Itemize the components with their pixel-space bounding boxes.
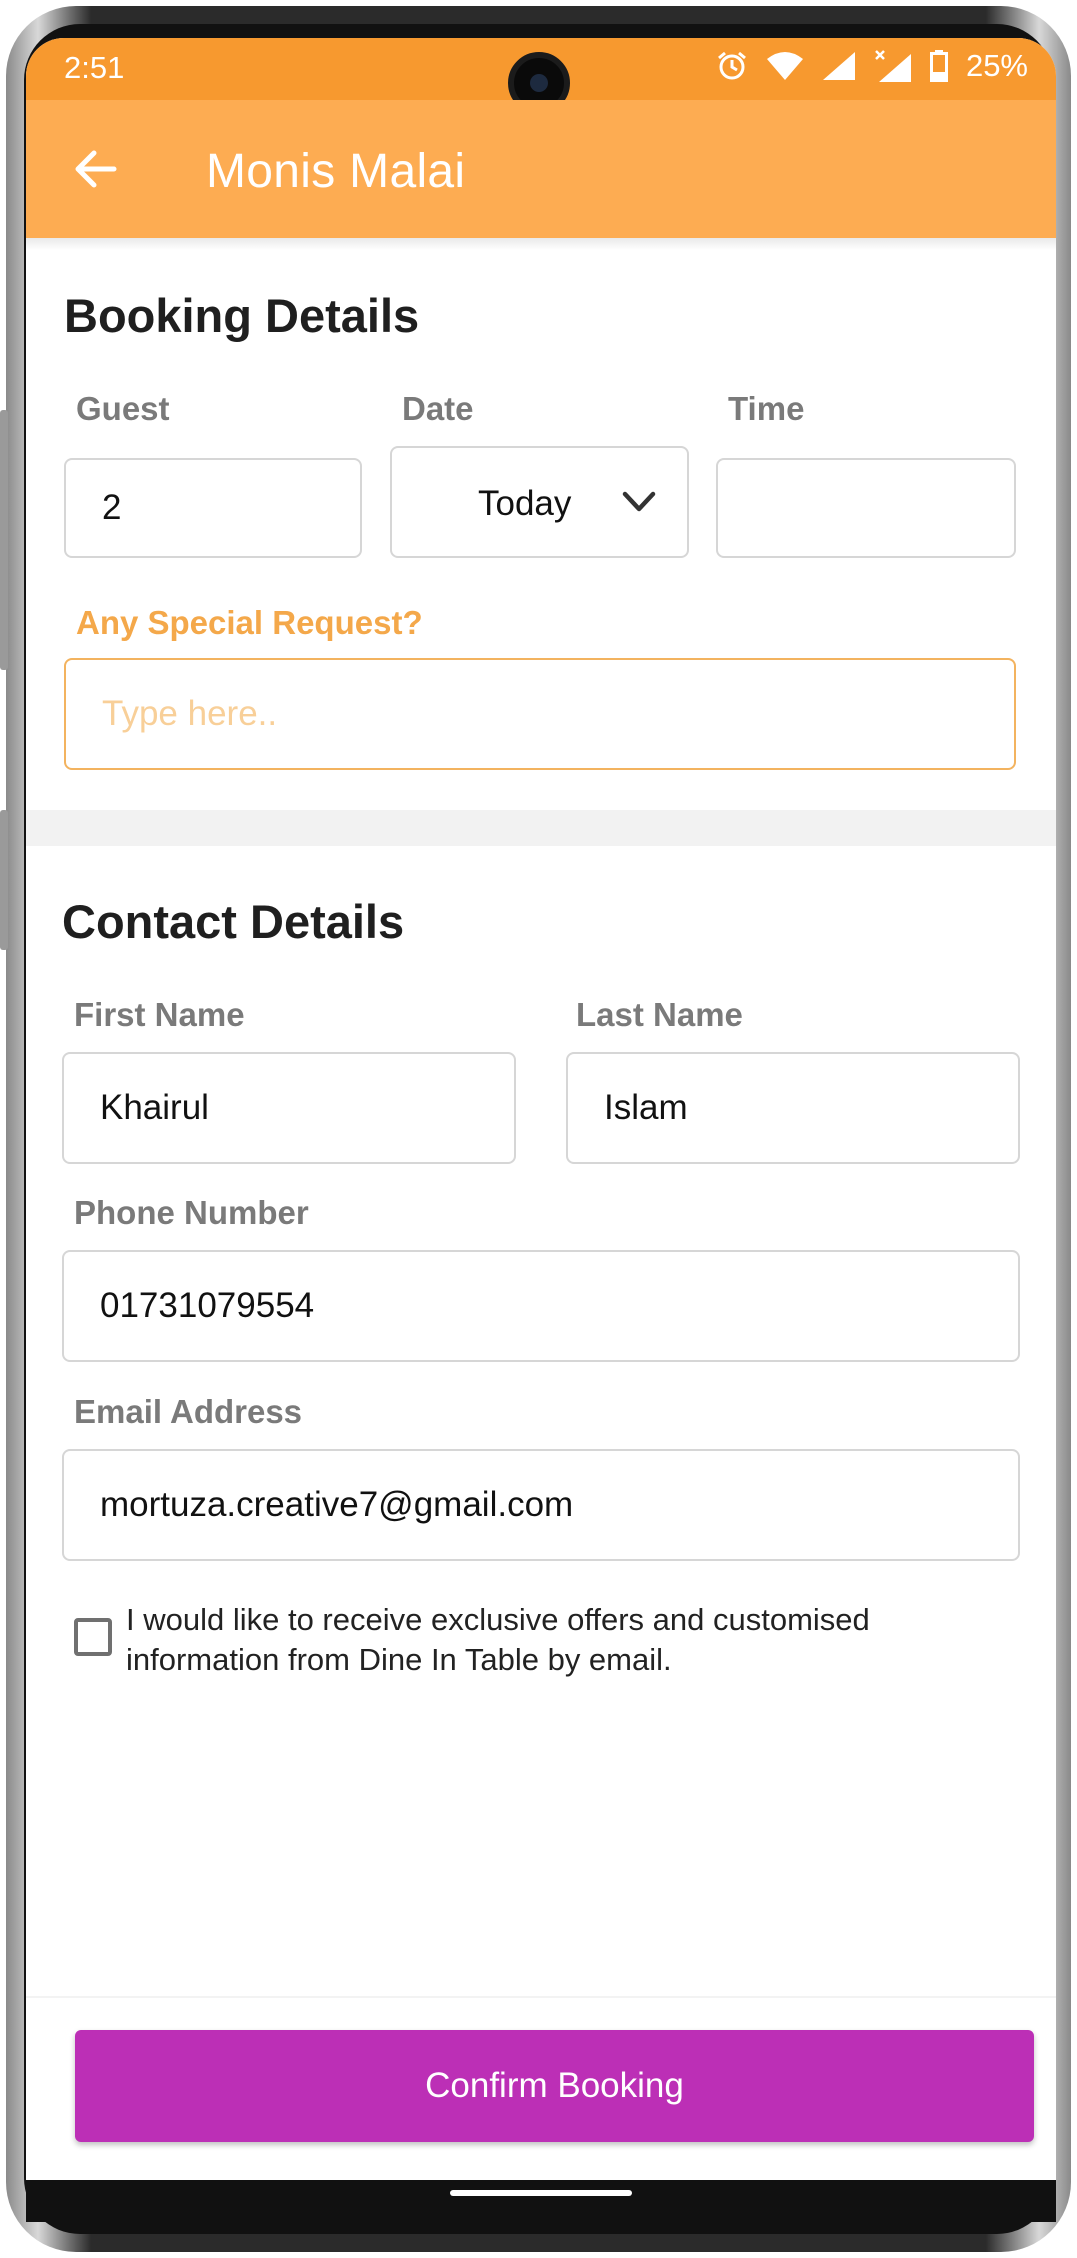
email-field[interactable]: mortuza.creative7@gmail.com	[62, 1449, 1020, 1561]
date-select[interactable]: Today	[390, 446, 689, 558]
arrow-left-icon[interactable]	[70, 144, 120, 194]
time-input[interactable]	[716, 458, 1016, 558]
device-frame: 2:51 25% Monis Malai Booking Details Gue…	[0, 0, 1077, 2258]
last-name-label: Last Name	[576, 996, 743, 1033]
power-button	[0, 810, 8, 950]
volume-button	[0, 410, 8, 670]
email-label: Email Address	[74, 1393, 303, 1430]
footer-divider	[26, 1996, 1056, 1998]
confirm-booking-button[interactable]: Confirm Booking	[75, 2030, 1034, 2142]
email-value: mortuza.creative7@gmail.com	[100, 1485, 574, 1524]
app-bar-shadow	[26, 238, 1056, 250]
first-name-value: Khairul	[100, 1088, 209, 1127]
battery-icon	[929, 50, 948, 82]
app-bar: Monis Malai	[26, 100, 1056, 238]
guest-label: Guest	[76, 390, 170, 427]
offers-checkbox[interactable]	[74, 1618, 112, 1656]
booking-details-title: Booking Details	[64, 289, 420, 342]
status-icons: 25%	[716, 48, 1028, 84]
wifi-icon	[766, 52, 803, 80]
page-title: Monis Malai	[206, 145, 466, 198]
phone-field[interactable]: 01731079554	[62, 1250, 1020, 1362]
time-label: Time	[728, 390, 805, 427]
date-label: Date	[402, 390, 474, 427]
special-request-label: Any Special Request?	[76, 604, 423, 641]
first-name-field[interactable]: Khairul	[62, 1052, 516, 1164]
phone-value: 01731079554	[100, 1286, 315, 1325]
status-time: 2:51	[64, 50, 125, 85]
section-divider	[26, 810, 1056, 846]
special-request-input[interactable]: Type here..	[64, 658, 1016, 770]
special-request-placeholder: Type here..	[102, 694, 278, 733]
date-value: Today	[478, 484, 572, 523]
alarm-icon	[717, 51, 746, 80]
signal-no-data-icon	[875, 50, 911, 82]
offers-consent-text: I would like to receive exclusive offers…	[126, 1602, 870, 1677]
phone-label: Phone Number	[74, 1194, 309, 1231]
guest-input[interactable]: 2	[64, 458, 362, 558]
confirm-booking-label: Confirm Booking	[425, 2066, 684, 2105]
contact-details-title: Contact Details	[62, 895, 405, 948]
guest-value: 2	[102, 488, 122, 527]
first-name-label: First Name	[74, 996, 245, 1033]
last-name-field[interactable]: Islam	[566, 1052, 1020, 1164]
phone-screen: 2:51 25% Monis Malai Booking Details Gue…	[26, 38, 1056, 2222]
system-nav-bar	[26, 2180, 1056, 2222]
last-name-value: Islam	[604, 1088, 688, 1127]
home-indicator[interactable]	[450, 2190, 632, 2196]
status-bar: 2:51 25%	[26, 38, 1056, 114]
signal-icon	[822, 52, 855, 80]
battery-percentage: 25%	[965, 48, 1028, 83]
chevron-down-icon	[622, 491, 656, 512]
